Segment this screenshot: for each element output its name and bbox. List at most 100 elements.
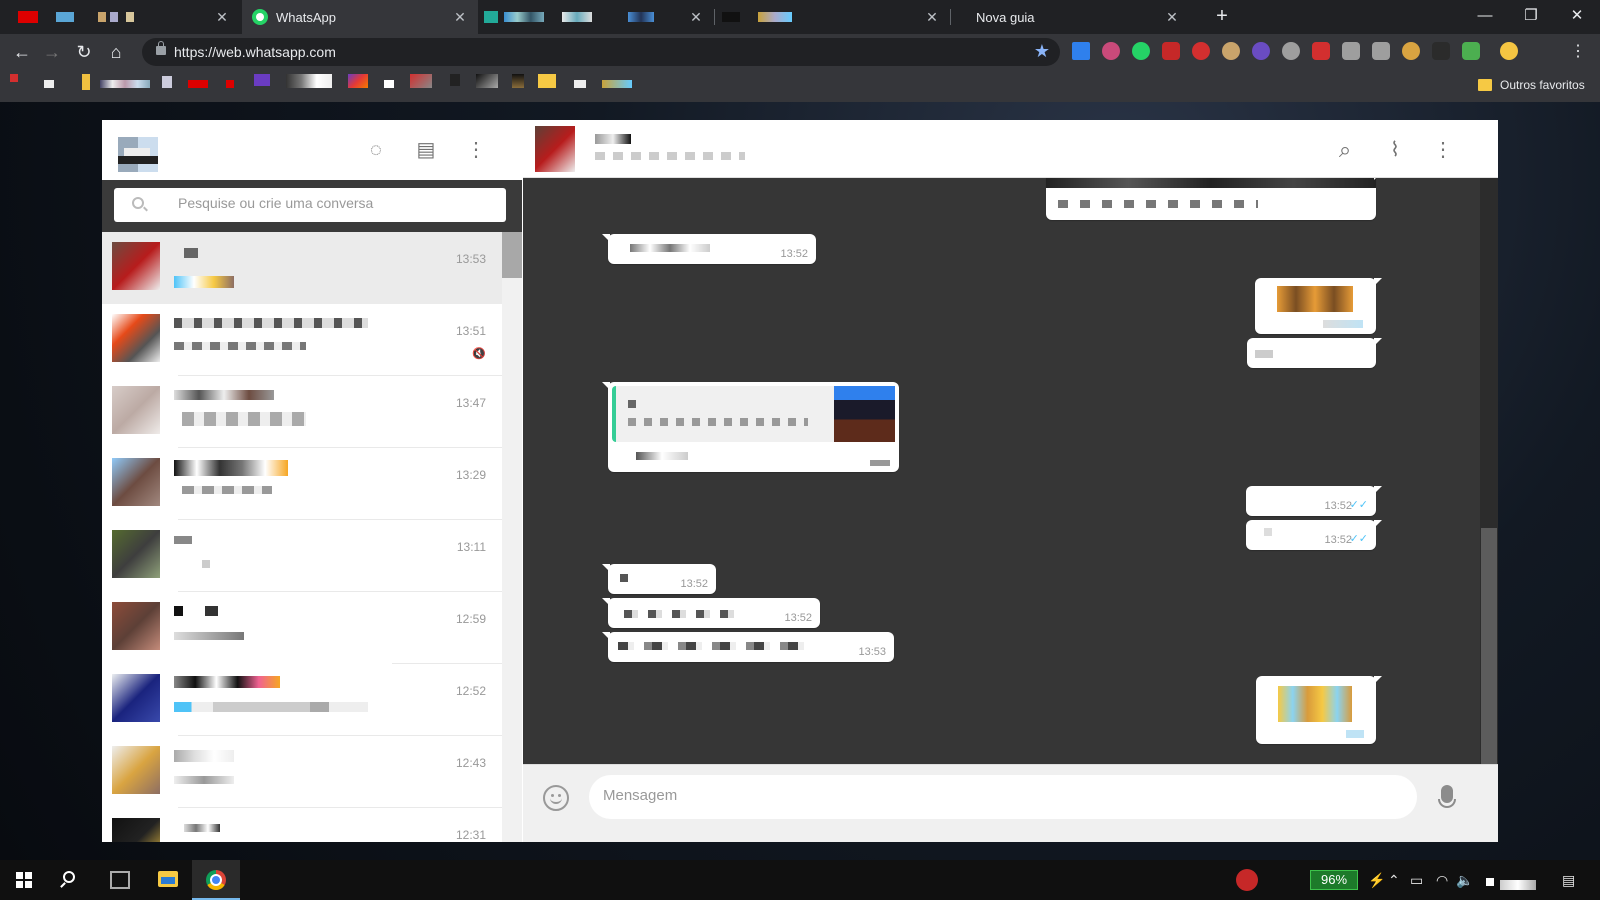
other-bookmarks-folder[interactable]: Outros favoritos: [1500, 78, 1585, 92]
message-bubble-incoming[interactable]: 13:52: [602, 234, 816, 264]
menu-icon[interactable]: ⋮: [1431, 138, 1455, 162]
message-bubble-outgoing[interactable]: [1256, 676, 1382, 744]
message-bubble-outgoing[interactable]: [1046, 178, 1382, 220]
bookmark-item[interactable]: [254, 74, 270, 86]
close-tab-icon[interactable]: ✕: [924, 9, 940, 25]
tab-whatsapp[interactable]: WhatsApp ✕: [242, 0, 478, 34]
bookmark-item[interactable]: [602, 80, 632, 88]
taskbar-search-button[interactable]: [48, 860, 96, 900]
url-text[interactable]: https://web.whatsapp.com: [174, 44, 336, 60]
chat-item[interactable]: 12:43: [102, 736, 502, 808]
tray-chevron-icon[interactable]: ⌃: [1388, 870, 1400, 890]
close-tab-icon[interactable]: ✕: [452, 9, 468, 25]
chat-item[interactable]: 13:47: [102, 376, 502, 448]
search-box[interactable]: [114, 188, 506, 222]
extension-icon[interactable]: [1312, 42, 1330, 60]
message-bubble-incoming[interactable]: 13:52: [602, 564, 716, 594]
download-extension-icon[interactable]: [1072, 42, 1090, 60]
address-bar[interactable]: https://web.whatsapp.com ★: [142, 38, 1060, 66]
chat-item[interactable]: 12:59: [102, 592, 502, 664]
message-bubble-outgoing[interactable]: 13:52 ✓✓: [1246, 486, 1382, 516]
sound-extension-icon[interactable]: [1342, 42, 1360, 60]
contact-avatar[interactable]: [535, 126, 575, 172]
bookmark-item[interactable]: [538, 74, 556, 88]
wifi-icon[interactable]: ◠: [1436, 870, 1448, 890]
my-avatar[interactable]: [118, 128, 158, 172]
extension-icon[interactable]: [1432, 42, 1450, 60]
chat-list-scrollbar[interactable]: [502, 232, 522, 842]
new-tab-button[interactable]: +: [1210, 5, 1234, 29]
close-tab-icon[interactable]: ✕: [214, 9, 230, 25]
restore-button[interactable]: ❐: [1508, 0, 1554, 34]
bookmark-item[interactable]: [384, 80, 394, 88]
conversation-scrollbar[interactable]: [1480, 178, 1498, 764]
chat-item[interactable]: 13:53: [102, 232, 502, 304]
bookmark-item[interactable]: [348, 74, 368, 88]
bookmark-item[interactable]: [162, 76, 172, 88]
bookmark-item[interactable]: [574, 80, 586, 88]
chat-item[interactable]: 13:29: [102, 448, 502, 520]
search-input[interactable]: [178, 195, 488, 211]
extension-icon[interactable]: [1282, 42, 1300, 60]
tab-3[interactable]: ✕: [478, 0, 714, 34]
tray-app-icon[interactable]: [1236, 869, 1258, 891]
extension-icon[interactable]: [1162, 42, 1180, 60]
message-bubble-incoming[interactable]: [602, 382, 899, 472]
extension-icon[interactable]: [1462, 42, 1480, 60]
battery-indicator[interactable]: 96%: [1310, 870, 1358, 890]
extension-icon[interactable]: [1102, 42, 1120, 60]
back-arrow-icon[interactable]: ←: [10, 40, 34, 64]
message-bubble-incoming[interactable]: 13:53: [602, 632, 894, 662]
message-bubble-incoming[interactable]: 13:52: [602, 598, 820, 628]
battery-icon[interactable]: ▭: [1410, 870, 1423, 890]
bookmark-item[interactable]: [410, 74, 432, 88]
bookmark-item[interactable]: [188, 80, 208, 88]
message-bubble-outgoing[interactable]: [1247, 338, 1382, 368]
bookmark-item[interactable]: [512, 74, 524, 88]
bookmark-item[interactable]: [476, 74, 498, 88]
taskbar-app[interactable]: [96, 860, 144, 900]
scrollbar-thumb[interactable]: [1481, 528, 1497, 764]
bookmark-item[interactable]: [100, 80, 150, 88]
bookmark-item[interactable]: [226, 80, 234, 88]
bookmark-item[interactable]: [82, 74, 90, 90]
taskbar-chrome[interactable]: [192, 860, 240, 900]
search-icon[interactable]: ⌕: [1333, 138, 1357, 162]
menu-icon[interactable]: ⋮: [464, 138, 488, 162]
bookmark-item[interactable]: [286, 74, 332, 88]
chat-item[interactable]: 13:11: [102, 520, 502, 592]
new-chat-icon[interactable]: ▤: [414, 138, 438, 162]
message-bubble-outgoing[interactable]: 13:52 ✓✓: [1246, 520, 1382, 550]
scrollbar-thumb[interactable]: [502, 232, 522, 278]
chat-item[interactable]: 12:31: [102, 808, 502, 842]
tab-1[interactable]: ✕: [0, 0, 240, 34]
close-window-button[interactable]: ✕: [1554, 0, 1600, 34]
quoted-message[interactable]: [612, 386, 895, 442]
close-tab-icon[interactable]: ✕: [1164, 9, 1180, 25]
minimize-button[interactable]: —: [1462, 0, 1508, 34]
adblock-extension-icon[interactable]: [1192, 42, 1210, 60]
reload-icon[interactable]: ↻: [72, 40, 96, 64]
whatsapp-extension-icon[interactable]: [1132, 42, 1150, 60]
profile-avatar-icon[interactable]: [1500, 42, 1518, 60]
attach-icon[interactable]: ⌇: [1383, 138, 1407, 162]
emoji-icon[interactable]: [543, 785, 569, 811]
bookmark-star-icon[interactable]: ★: [1034, 41, 1050, 62]
bookmark-item[interactable]: [450, 74, 460, 86]
chat-item[interactable]: 13:51 🔇: [102, 304, 502, 376]
chrome-menu-icon[interactable]: ⋮: [1566, 40, 1590, 64]
forward-arrow-icon[interactable]: →: [40, 40, 64, 64]
status-icon[interactable]: ◌: [364, 138, 388, 162]
cookie-extension-icon[interactable]: [1402, 42, 1420, 60]
power-plug-icon[interactable]: ⚡: [1368, 870, 1385, 890]
message-bubble-outgoing[interactable]: [1255, 278, 1382, 334]
extension-icon[interactable]: [1372, 42, 1390, 60]
notifications-icon[interactable]: ▤: [1562, 870, 1575, 890]
tab-4[interactable]: ✕: [714, 0, 950, 34]
bookmark-item[interactable]: [10, 74, 18, 82]
message-input[interactable]: [603, 787, 1403, 804]
tray-icon[interactable]: [1486, 878, 1494, 886]
extension-icon[interactable]: [1252, 42, 1270, 60]
close-tab-icon[interactable]: ✕: [688, 9, 704, 25]
tab-new-tab[interactable]: Nova guia ✕: [950, 0, 1190, 34]
